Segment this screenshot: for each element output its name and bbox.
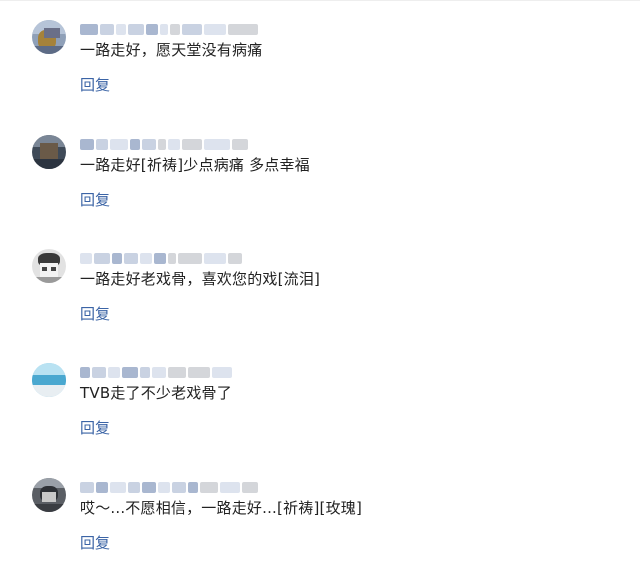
comment-item: 一路走好，愿天堂没有病痛 回复 bbox=[0, 20, 640, 130]
top-divider bbox=[0, 0, 640, 1]
comment-text: 一路走好，愿天堂没有病痛 bbox=[80, 41, 263, 59]
user-avatar[interactable] bbox=[32, 478, 66, 512]
username-blurred[interactable] bbox=[80, 137, 248, 151]
comment-item: 一路走好老戏骨，喜欢您的戏[流泪] 回复 bbox=[0, 249, 640, 359]
username-blurred[interactable] bbox=[80, 365, 232, 379]
reply-button[interactable]: 回复 bbox=[80, 75, 110, 95]
comment-text: 一路走好[祈祷]少点病痛 多点幸福 bbox=[80, 156, 310, 174]
user-avatar[interactable] bbox=[32, 363, 66, 397]
username-blurred[interactable] bbox=[80, 22, 258, 36]
user-avatar[interactable] bbox=[32, 20, 66, 54]
comment-text: TVB走了不少老戏骨了 bbox=[80, 384, 232, 402]
reply-button[interactable]: 回复 bbox=[80, 304, 110, 324]
username-blurred[interactable] bbox=[80, 251, 242, 265]
reply-button[interactable]: 回复 bbox=[80, 533, 110, 553]
comment-item: TVB走了不少老戏骨了 回复 bbox=[0, 363, 640, 473]
comment-text: 一路走好老戏骨，喜欢您的戏[流泪] bbox=[80, 270, 321, 288]
comment-item: 哎～...不愿相信，一路走好...[祈祷][玫瑰] 回复 bbox=[0, 478, 640, 588]
user-avatar[interactable] bbox=[32, 135, 66, 169]
user-avatar[interactable] bbox=[32, 249, 66, 283]
username-blurred[interactable] bbox=[80, 480, 258, 494]
reply-button[interactable]: 回复 bbox=[80, 418, 110, 438]
comment-text: 哎～...不愿相信，一路走好...[祈祷][玫瑰] bbox=[80, 499, 363, 517]
reply-button[interactable]: 回复 bbox=[80, 190, 110, 210]
comment-item: 一路走好[祈祷]少点病痛 多点幸福 回复 bbox=[0, 135, 640, 245]
